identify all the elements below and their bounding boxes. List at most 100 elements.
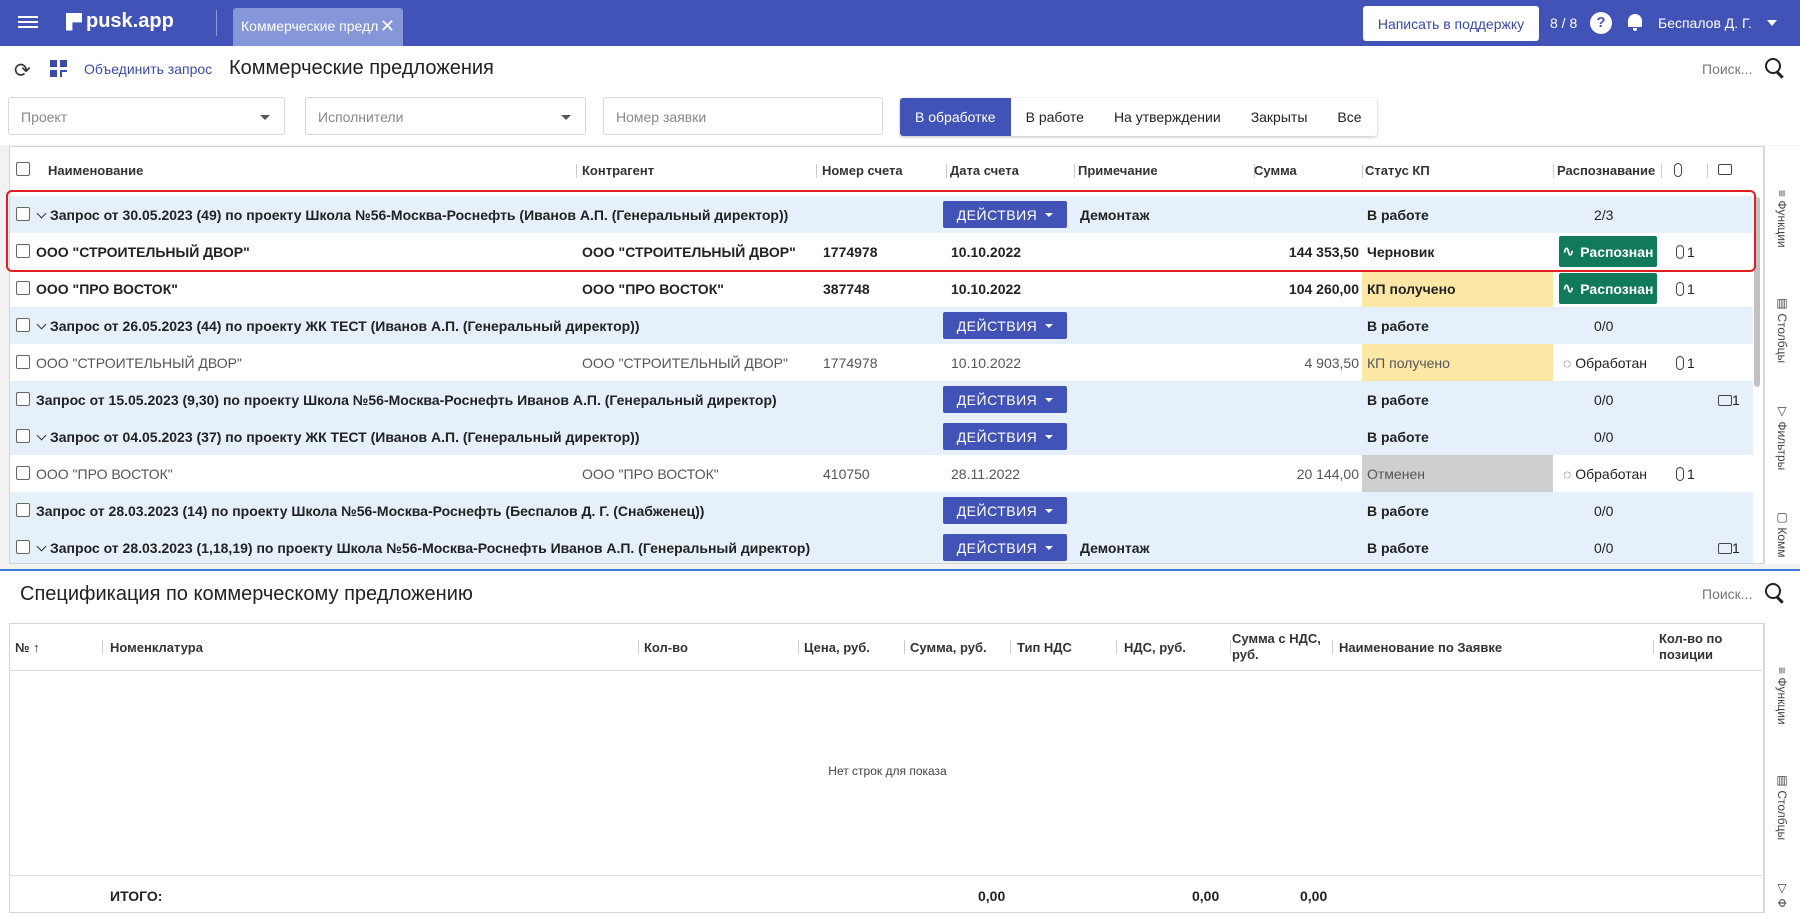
- recognized-badge[interactable]: ∿ Распознан: [1559, 273, 1657, 304]
- row-checkbox[interactable]: [16, 429, 30, 443]
- column-separator[interactable]: [1661, 164, 1662, 178]
- spec-col-sum[interactable]: Сумма, руб.: [910, 640, 987, 655]
- spec-side-columns-tab[interactable]: ▥ Столбцы: [1775, 773, 1789, 840]
- expand-chevron-icon[interactable]: [36, 319, 47, 330]
- user-menu-caret-icon[interactable]: [1767, 20, 1777, 26]
- column-header-invoice-date[interactable]: Дата счета: [950, 163, 1019, 178]
- spec-col-nomenclature[interactable]: Номенклатура: [110, 640, 203, 655]
- row-checkbox[interactable]: [16, 466, 30, 480]
- executors-select[interactable]: Исполнители: [305, 97, 586, 135]
- spec-side-functions-tab[interactable]: ≡ Функции: [1775, 667, 1789, 725]
- expand-chevron-icon[interactable]: [36, 430, 47, 441]
- row-checkbox[interactable]: [16, 318, 30, 332]
- attachment-icon[interactable]: [1676, 245, 1684, 259]
- grid-scrollbar[interactable]: [1754, 197, 1760, 387]
- column-separator[interactable]: [102, 640, 103, 654]
- column-header-sum[interactable]: Сумма: [1254, 163, 1297, 178]
- column-separator[interactable]: [816, 164, 817, 178]
- spec-col-sum-with-vat[interactable]: Сумма с НДС, руб.: [1232, 631, 1328, 663]
- side-comments-tab[interactable]: ▢ Комм: [1775, 510, 1789, 558]
- tab-in-work[interactable]: В работе: [1011, 98, 1099, 136]
- column-separator[interactable]: [1230, 640, 1231, 654]
- table-row[interactable]: Запрос от 30.05.2023 (49) по проекту Шко…: [10, 196, 1753, 233]
- table-row[interactable]: Запрос от 04.05.2023 (37) по проекту ЖК …: [10, 418, 1753, 455]
- spec-col-vat[interactable]: НДС, руб.: [1124, 640, 1186, 655]
- column-separator[interactable]: [1653, 640, 1654, 654]
- merge-request-link[interactable]: Объединить запрос: [84, 61, 212, 77]
- column-separator[interactable]: [946, 164, 947, 178]
- actions-button[interactable]: ДЕЙСТВИЯ: [943, 386, 1067, 413]
- request-number-input[interactable]: Номер заявки: [603, 97, 883, 135]
- recognized-badge[interactable]: ∿ Распознан: [1559, 236, 1657, 267]
- actions-button[interactable]: ДЕЙСТВИЯ: [943, 534, 1067, 561]
- spec-search-input[interactable]: Поиск...: [1702, 586, 1752, 602]
- row-checkbox[interactable]: [16, 244, 30, 258]
- actions-button[interactable]: ДЕЙСТВИЯ: [943, 423, 1067, 450]
- table-row[interactable]: Запрос от 28.03.2023 (1,18,19) по проект…: [10, 529, 1753, 563]
- attachment-icon[interactable]: [1676, 282, 1684, 296]
- actions-button[interactable]: ДЕЙСТВИЯ: [943, 201, 1067, 228]
- spec-side-filters-tab[interactable]: ▽ Ф: [1775, 881, 1789, 907]
- attachment-icon[interactable]: [1676, 356, 1684, 370]
- search-input[interactable]: Поиск...: [1702, 61, 1752, 77]
- column-separator[interactable]: [904, 640, 905, 654]
- column-separator[interactable]: [1332, 640, 1333, 654]
- tab-closed[interactable]: Закрыты: [1236, 98, 1323, 136]
- notifications-bell-icon[interactable]: [1626, 12, 1644, 32]
- actions-button[interactable]: ДЕЙСТВИЯ: [943, 312, 1067, 339]
- close-tab-icon[interactable]: ✕: [380, 17, 395, 36]
- table-row[interactable]: Запрос от 28.03.2023 (14) по проекту Шко…: [10, 492, 1753, 529]
- hamburger-menu-icon[interactable]: [18, 13, 38, 33]
- expand-chevron-icon[interactable]: [36, 208, 47, 219]
- tab-all[interactable]: Все: [1322, 98, 1376, 136]
- row-checkbox[interactable]: [16, 207, 30, 221]
- column-header-invoice-number[interactable]: Номер счета: [822, 163, 903, 178]
- column-separator[interactable]: [638, 640, 639, 654]
- table-row[interactable]: ООО "ПРО ВОСТОК" ООО "ПРО ВОСТОК" 410750…: [10, 455, 1753, 492]
- spec-col-vat-type[interactable]: Тип НДС: [1017, 640, 1072, 655]
- spec-col-request-name[interactable]: Наименование по Заявке: [1339, 640, 1502, 655]
- row-checkbox[interactable]: [16, 392, 30, 406]
- side-filters-tab[interactable]: ▽ Фильтры: [1775, 404, 1789, 470]
- refresh-icon[interactable]: ⟳: [14, 58, 31, 83]
- column-header-contractor[interactable]: Контрагент: [582, 163, 654, 178]
- side-functions-tab[interactable]: ≡ Функции: [1775, 190, 1789, 248]
- table-row[interactable]: ООО "ПРО ВОСТОК" ООО "ПРО ВОСТОК" 387748…: [10, 270, 1753, 307]
- spec-col-number[interactable]: № ↑: [15, 640, 40, 655]
- column-header-note[interactable]: Примечание: [1078, 163, 1158, 178]
- project-select[interactable]: Проект: [8, 97, 285, 135]
- actions-button[interactable]: ДЕЙСТВИЯ: [943, 497, 1067, 524]
- comment-icon[interactable]: [1718, 543, 1732, 554]
- column-header-status[interactable]: Статус КП: [1365, 163, 1430, 178]
- column-header-name[interactable]: Наименование: [48, 163, 143, 178]
- column-separator[interactable]: [1362, 164, 1363, 178]
- column-separator[interactable]: [576, 164, 577, 178]
- support-button[interactable]: Написать в поддержку: [1363, 6, 1539, 41]
- column-header-recognition[interactable]: Распознавание: [1557, 163, 1655, 178]
- row-checkbox[interactable]: [16, 503, 30, 517]
- spec-col-quantity[interactable]: Кол-во: [644, 640, 688, 655]
- row-checkbox[interactable]: [16, 355, 30, 369]
- table-row[interactable]: ООО "СТРОИТЕЛЬНЫЙ ДВОР" ООО "СТРОИТЕЛЬНЫ…: [10, 233, 1753, 270]
- tab-in-processing[interactable]: В обработке: [900, 98, 1011, 136]
- help-icon[interactable]: ?: [1590, 12, 1612, 34]
- table-row[interactable]: Запрос от 15.05.2023 (9,30) по проекту Ш…: [10, 381, 1753, 418]
- column-separator[interactable]: [1553, 164, 1554, 178]
- user-menu[interactable]: Беспалов Д. Г.: [1658, 15, 1752, 31]
- column-separator[interactable]: [1074, 164, 1075, 178]
- search-icon[interactable]: [1765, 58, 1785, 78]
- open-tab-commercial-offers[interactable]: Коммерческие предл ✕: [233, 8, 403, 46]
- column-separator[interactable]: [798, 640, 799, 654]
- row-checkbox[interactable]: [16, 281, 30, 295]
- tab-on-approval[interactable]: На утверждении: [1099, 98, 1236, 136]
- column-separator[interactable]: [1116, 640, 1117, 654]
- column-separator[interactable]: [1707, 164, 1708, 178]
- table-row[interactable]: Запрос от 26.05.2023 (44) по проекту ЖК …: [10, 307, 1753, 344]
- spec-col-price[interactable]: Цена, руб.: [804, 640, 870, 655]
- comment-icon[interactable]: [1718, 395, 1732, 406]
- side-columns-tab[interactable]: ▥ Столбцы: [1775, 296, 1789, 363]
- spec-search-icon[interactable]: [1765, 583, 1785, 603]
- sort-asc-icon[interactable]: ↑: [33, 640, 40, 655]
- column-separator[interactable]: [1010, 640, 1011, 654]
- app-logo[interactable]: pusk.app: [66, 10, 174, 33]
